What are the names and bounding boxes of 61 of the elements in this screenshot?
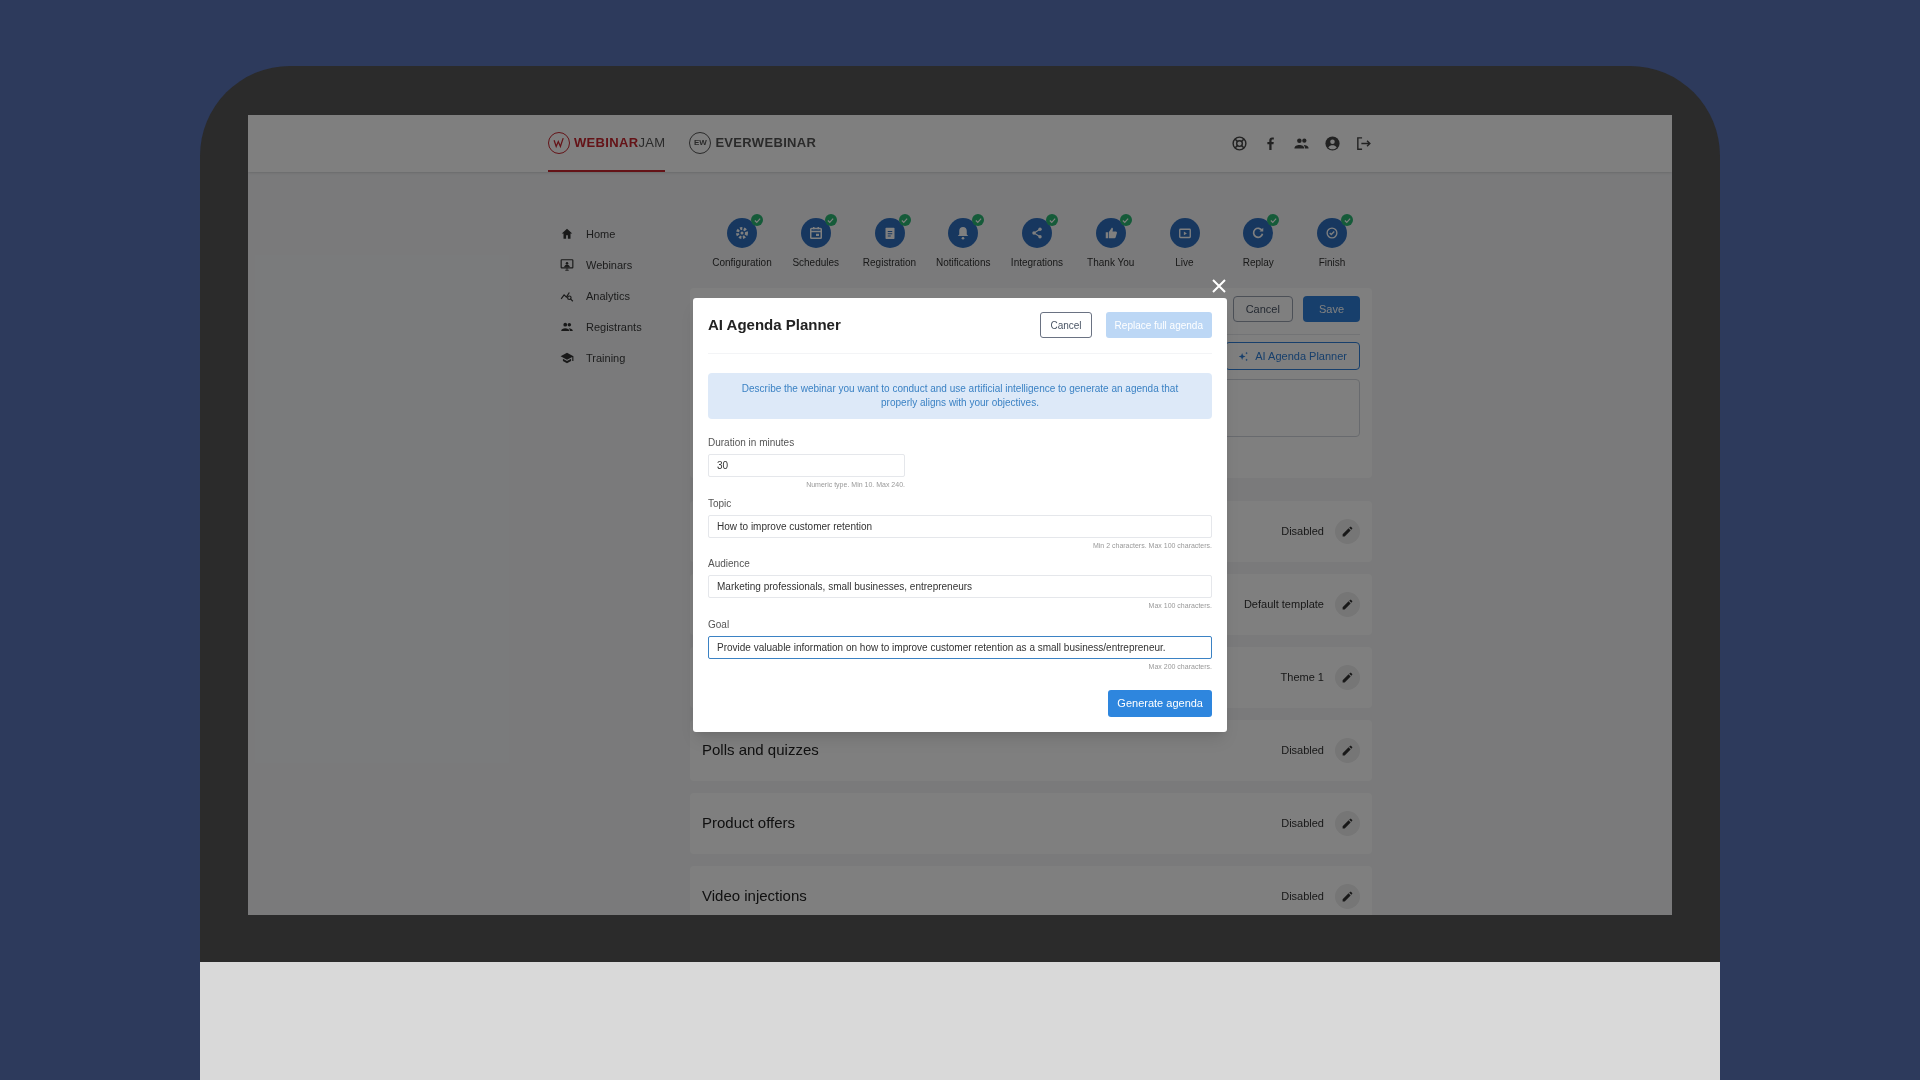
graduation-cap-icon [560, 351, 574, 365]
row-value: Disabled [1281, 524, 1324, 540]
sidebar-item[interactable]: Training [548, 350, 690, 366]
monitor-icon [560, 258, 574, 272]
close-icon[interactable] [1211, 278, 1227, 294]
row-title: Video injections [702, 886, 807, 907]
product-logo-tab[interactable]: EW EVERWEBINAR [689, 115, 817, 172]
cancel-button[interactable]: Cancel [1232, 296, 1293, 322]
edit-button[interactable] [1335, 592, 1360, 617]
input-field[interactable]: Marketing professionals, small businesses, entrepreneurs [708, 575, 1212, 598]
pencil-icon [1341, 525, 1354, 538]
field-label: Goal [708, 617, 731, 632]
step-label: Configuration [712, 256, 772, 270]
row-value: Disabled [1281, 743, 1324, 759]
edit-button[interactable] [1335, 738, 1360, 763]
row-value: Disabled [1281, 889, 1324, 905]
gear-icon [733, 224, 751, 242]
row-value: Disabled [1281, 816, 1324, 832]
edit-button[interactable] [1335, 884, 1360, 909]
step-label: Thank You [1087, 256, 1135, 270]
step-label: Schedules [792, 256, 840, 270]
help-icon[interactable] [1231, 135, 1248, 152]
row-title: Product offers [702, 813, 796, 834]
people-icon [560, 320, 574, 334]
sparkle-icon [1238, 350, 1250, 362]
step-label: Finish [1318, 256, 1346, 270]
sidebar-item[interactable]: Home [548, 226, 690, 242]
pencil-icon [1341, 817, 1354, 830]
generate-agenda-button[interactable]: Generate agenda [1108, 690, 1212, 717]
step-label: Live [1175, 256, 1194, 270]
step-label: Replay [1242, 256, 1274, 270]
row-value: Theme 1 [1280, 670, 1324, 686]
step-label: Registration [862, 256, 917, 270]
step-label: Integrations [1010, 256, 1064, 270]
info-message: Describe the webinar you want to conduct and use artificial intelligence to generate an agenda that properly aligns with your objectives. [708, 373, 1212, 419]
save-button[interactable]: Save [1302, 296, 1360, 322]
field-label: Duration in minutes [708, 436, 796, 450]
home-icon [560, 227, 574, 241]
edit-button[interactable] [1335, 519, 1360, 544]
pencil-icon [1341, 744, 1354, 757]
sidebar-item[interactable]: Webinars [548, 257, 690, 273]
sidebar-item[interactable]: Analytics [548, 288, 690, 304]
pencil-icon [1341, 598, 1354, 611]
modal-title: AI Agenda Planner [708, 314, 841, 335]
row-value: Default template [1243, 597, 1324, 613]
input-field[interactable]: How to improve customer retention [708, 514, 1212, 538]
pencil-icon [1341, 671, 1354, 684]
edit-button[interactable] [1335, 665, 1360, 690]
product-logo-tab[interactable]: WEBINARJAM [548, 115, 666, 172]
input-field[interactable]: 30 [708, 454, 905, 477]
logout-icon[interactable] [1355, 135, 1372, 152]
sidebar-item[interactable]: Registrants [548, 319, 690, 335]
field-label: Audience [708, 557, 751, 571]
cancel-button[interactable]: Cancel [1040, 312, 1092, 338]
step-label: Notifications [936, 256, 991, 270]
account-icon[interactable] [1324, 135, 1341, 152]
row-title: Polls and quizzes [702, 740, 819, 761]
input-field[interactable]: Provide valuable information on how to improve customer retention as a small business/entrepreneur. [708, 635, 1212, 659]
edit-button[interactable] [1335, 811, 1360, 836]
pencil-icon [1341, 890, 1354, 903]
field-label: Topic [708, 496, 733, 511]
